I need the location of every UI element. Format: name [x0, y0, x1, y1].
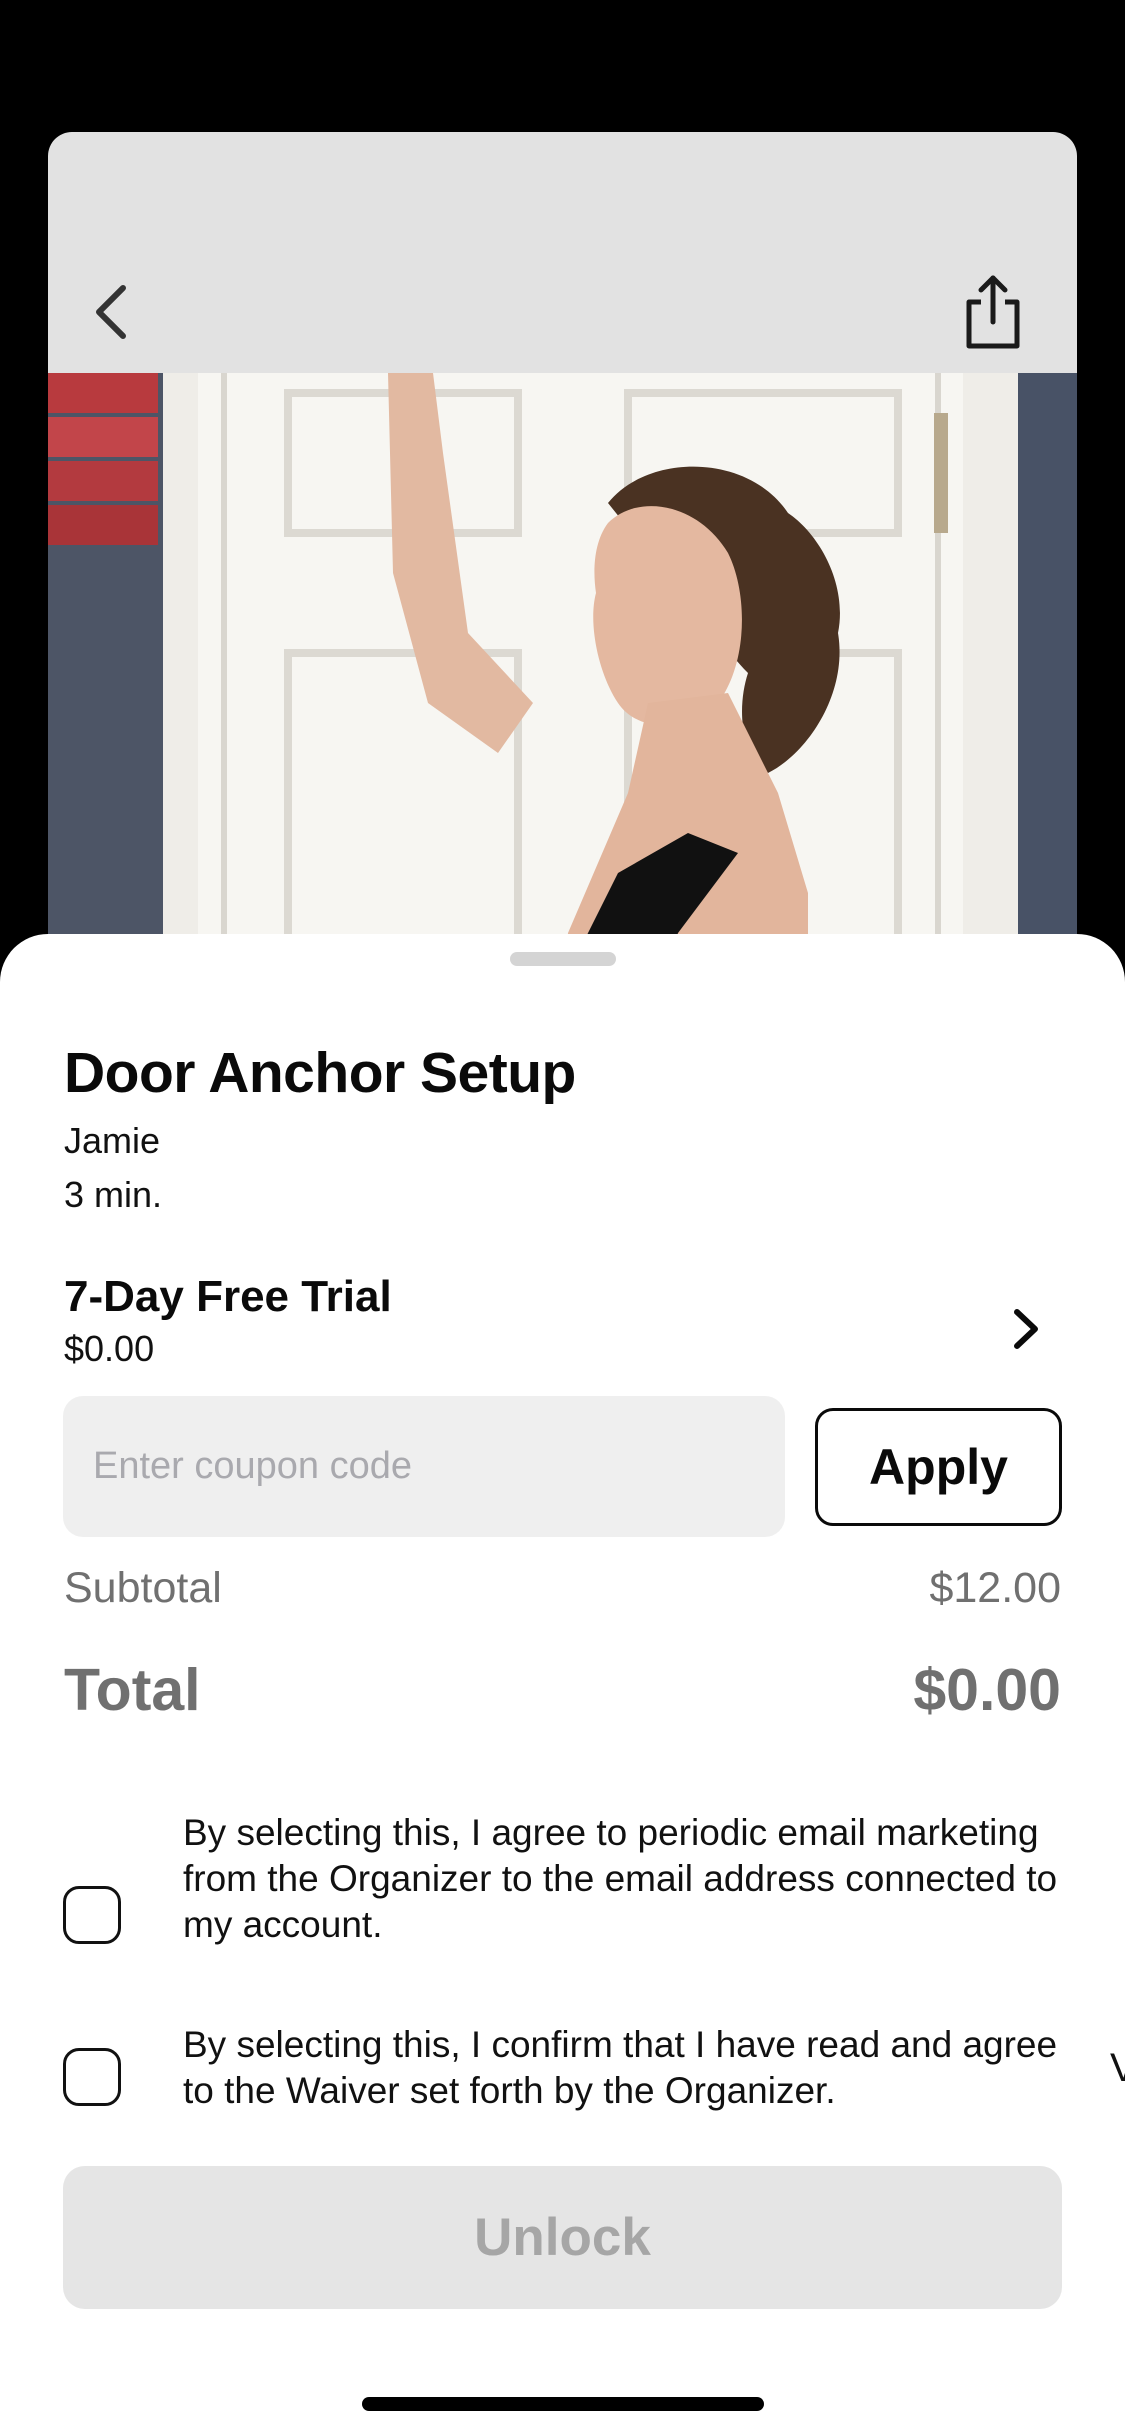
home-indicator	[362, 2397, 764, 2411]
total-label: Total	[64, 1657, 201, 1723]
product-title: Door Anchor Setup	[64, 1041, 576, 1105]
chevron-right-icon	[1014, 1309, 1038, 1349]
share-button[interactable]	[948, 267, 1038, 357]
apply-coupon-button[interactable]: Apply	[815, 1408, 1062, 1526]
waiver-consent-checkbox[interactable]	[63, 2048, 121, 2106]
subtotal-value: $12.00	[929, 1564, 1061, 1612]
plan-name: 7-Day Free Trial	[64, 1272, 392, 1321]
marketing-consent-text: By selecting this, I agree to periodic e…	[183, 1812, 1058, 1945]
screen: Door Anchor Setup Jamie 3 min. 7-Day Fre…	[0, 0, 1125, 2436]
subtotal-label: Subtotal	[64, 1564, 222, 1612]
checkout-sheet: Door Anchor Setup Jamie 3 min. 7-Day Fre…	[0, 934, 1125, 2436]
product-author: Jamie	[64, 1120, 161, 1161]
total-row: Total $0.00	[64, 1656, 1061, 1724]
marketing-consent-checkbox[interactable]	[63, 1886, 121, 1944]
chevron-left-icon	[96, 285, 126, 339]
coupon-code-input[interactable]	[63, 1396, 785, 1537]
unlock-button[interactable]: Unlock	[63, 2166, 1062, 2309]
total-value: $0.00	[913, 1657, 1061, 1723]
edge-text-fragment: V	[1110, 2046, 1125, 2090]
plan-price: $0.00	[64, 1328, 155, 1369]
plan-selector[interactable]: 7-Day Free Trial $0.00	[0, 1264, 1125, 1374]
product-duration: 3 min.	[64, 1174, 163, 1215]
waiver-consent-text: By selecting this, I confirm that I have…	[183, 2024, 1058, 2111]
back-button[interactable]	[66, 267, 156, 357]
share-icon	[966, 275, 1020, 349]
subtotal-row: Subtotal $12.00	[64, 1564, 1061, 1613]
sheet-grabber[interactable]	[510, 952, 616, 966]
